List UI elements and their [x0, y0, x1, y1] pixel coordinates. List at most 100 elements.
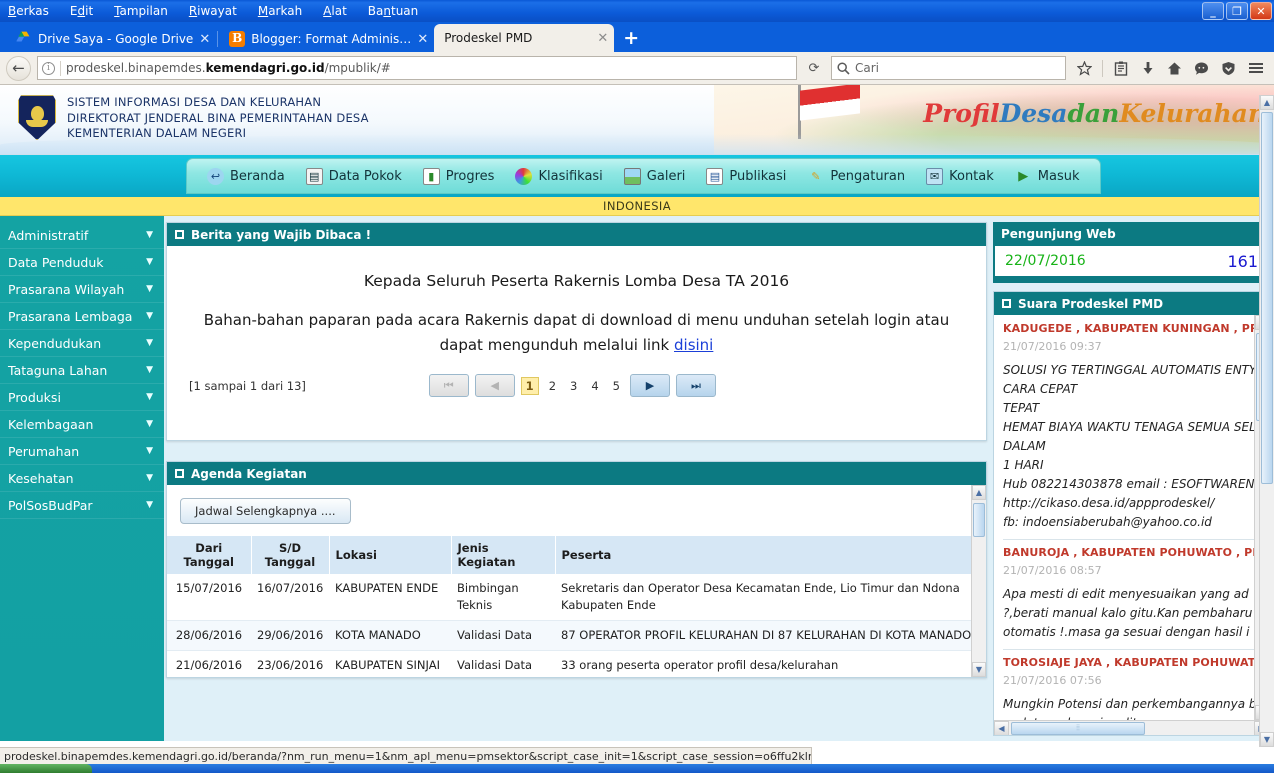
berita-heading: Kepada Seluruh Peserta Rakernis Lomba De… — [363, 272, 790, 290]
chevron-down-icon: ▼ — [146, 284, 153, 294]
sidebar-item-kependudukan[interactable]: Kependudukan ▼ — [0, 330, 164, 357]
cell-lokasi: KABUPATEN ENDE — [329, 574, 451, 621]
scrollbar-thumb[interactable] — [1261, 112, 1273, 484]
nav-item-publikasi[interactable]: ▤ Publikasi — [698, 162, 794, 190]
sidebar-item-label: PolSosBudPar — [8, 497, 93, 513]
downloads-icon[interactable] — [1135, 56, 1160, 81]
nav-item-pengaturan[interactable]: ✎ Pengaturan — [799, 162, 913, 190]
cell-dari: 15/07/2016 — [167, 574, 251, 621]
nav-item-beranda[interactable]: ↩ Beranda — [199, 162, 293, 190]
menu-edit[interactable]: Edit — [68, 3, 95, 19]
menu-bantuan[interactable]: Bantuan — [366, 3, 420, 19]
sidebar-item-prasarana-lembaga[interactable]: Prasarana Lembaga ▼ — [0, 303, 164, 330]
sidebar-item-polsosbudpar[interactable]: PolSosBudPar ▼ — [0, 492, 164, 519]
reload-button[interactable]: ⟳ — [803, 57, 825, 79]
chevron-down-icon: ▼ — [146, 392, 153, 402]
page-number-5[interactable]: 5 — [609, 378, 624, 394]
column-dari-tanggal: Dari Tanggal — [167, 536, 252, 574]
agenda-vertical-scrollbar[interactable]: ▲ ▼ — [971, 485, 986, 677]
column-peserta: Peserta — [555, 536, 986, 574]
nav-item-klasifikasi[interactable]: Klasifikasi — [507, 162, 610, 190]
tab-prodeskel-pmd[interactable]: Prodeskel PMD ✕ — [434, 24, 615, 52]
last-page-button[interactable]: ⏭ — [676, 374, 716, 397]
sidebar-item-tataguna-lahan[interactable]: Tataguna Lahan ▼ — [0, 357, 164, 384]
visitor-panel: Pengunjung Web 22/07/2016 161 — [993, 222, 1270, 283]
bar-chart-icon: ▮ — [422, 167, 440, 185]
first-page-button[interactable]: ⏮ — [428, 374, 469, 397]
suara-horizontal-scrollbar[interactable]: ◀ ⦙⦙ ▶ — [994, 720, 1269, 735]
back-button[interactable]: ← — [6, 55, 31, 81]
tab-close-icon[interactable]: ✕ — [417, 33, 428, 46]
sidebar-item-perumahan[interactable]: Perumahan ▼ — [0, 438, 164, 465]
nav-item-data-pokok[interactable]: ▤ Data Pokok — [298, 162, 410, 190]
column-lokasi: Lokasi — [329, 536, 452, 574]
sidebar-item-administratif[interactable]: Administratif ▼ — [0, 222, 164, 249]
sidebar-item-label: Produksi — [8, 389, 61, 405]
profil-desa-logo: ProfilDesadanKelurahan — [923, 99, 1266, 128]
page-number-3[interactable]: 3 — [566, 378, 581, 394]
feed-post[interactable]: KADUGEDE , KABUPATEN KUNINGAN , PROVINSI… — [1003, 322, 1269, 532]
nav-item-masuk[interactable]: ▶ Masuk — [1007, 162, 1088, 190]
close-button[interactable]: ✕ — [1250, 2, 1272, 20]
tab-close-icon[interactable]: ✕ — [597, 32, 608, 45]
sidebar-item-data-penduduk[interactable]: Data Penduduk ▼ — [0, 249, 164, 276]
nav-label: Data Pokok — [328, 168, 402, 184]
minimize-button[interactable]: _ — [1202, 2, 1224, 20]
search-bar[interactable]: Cari — [831, 56, 1066, 80]
cell-jenis: Bimbingan Teknis — [451, 574, 555, 621]
chat-icon[interactable] — [1189, 56, 1214, 81]
scrollbar-thumb[interactable] — [973, 503, 985, 537]
search-icon — [837, 61, 850, 75]
site-info-icon[interactable]: i — [42, 61, 55, 75]
menu-berkas[interactable]: BBerkaserkas — [6, 3, 51, 19]
post-title: TOROSIAJE JAYA , KABUPATEN POHUWATO , PR… — [1003, 656, 1269, 669]
table-row[interactable]: 21/06/2016 23/06/2016 KABUPATEN SINJAI V… — [167, 650, 986, 677]
library-icon[interactable] — [1108, 56, 1133, 81]
page-number-4[interactable]: 4 — [587, 378, 602, 394]
pagination-controls: ⏮ ◀ 1 2 3 4 5 ▶ ⏭ — [428, 374, 964, 397]
menu-markah[interactable]: Markah — [256, 3, 304, 19]
nav-item-progres[interactable]: ▮ Progres — [415, 162, 503, 190]
page-vertical-scrollbar[interactable]: ▲ ▼ — [1259, 95, 1274, 747]
table-row[interactable]: 15/07/2016 16/07/2016 KABUPATEN ENDE Bim… — [167, 574, 986, 621]
scroll-down-arrow-icon[interactable]: ▼ — [1260, 732, 1274, 747]
prev-page-button[interactable]: ◀ — [474, 374, 515, 397]
tab-blogger[interactable]: B Blogger: Format Administrasi ... ✕ — [219, 26, 434, 52]
menu-riwayat[interactable]: Riwayat — [187, 3, 239, 19]
nav-item-galeri[interactable]: Galeri — [616, 162, 694, 190]
post-body: SOLUSI YG TERTINGGAL AUTOMATIS ENTY CARA… — [1003, 363, 1263, 529]
sidebar-item-kesehatan[interactable]: Kesehatan ▼ — [0, 465, 164, 492]
nav-item-kontak[interactable]: ✉ Kontak — [918, 162, 1002, 190]
scrollbar-thumb[interactable]: ⦙⦙ — [1011, 721, 1145, 735]
menu-alat[interactable]: Alat — [321, 3, 349, 19]
scroll-up-arrow-icon[interactable]: ▲ — [1260, 95, 1274, 110]
sidebar-item-prasarana-wilayah[interactable]: Prasarana Wilayah ▼ — [0, 276, 164, 303]
table-row[interactable]: 28/06/2016 29/06/2016 KOTA MANADO Valida… — [167, 620, 986, 651]
scroll-left-arrow-icon[interactable]: ◀ — [994, 720, 1009, 735]
tab-close-icon[interactable]: ✕ — [199, 33, 210, 46]
suara-feed: KADUGEDE , KABUPATEN KUNINGAN , PROVINSI… — [994, 315, 1269, 735]
scroll-up-arrow-icon[interactable]: ▲ — [972, 485, 986, 500]
start-button[interactable] — [0, 764, 92, 773]
menu-tampilan[interactable]: Tampilan — [112, 3, 170, 19]
shield-icon[interactable] — [1216, 56, 1241, 81]
maximize-button[interactable]: ❐ — [1226, 2, 1248, 20]
new-tab-button[interactable]: + — [614, 29, 648, 50]
next-page-button[interactable]: ▶ — [630, 374, 670, 397]
disini-link[interactable]: disini — [674, 336, 713, 354]
berita-text: Bahan-bahan paparan pada acara Rakernis … — [203, 311, 950, 354]
page-number-2[interactable]: 2 — [545, 378, 560, 394]
jadwal-selengkapnya-button[interactable]: Jadwal Selengkapnya .... — [180, 498, 351, 524]
sidebar-item-label: Tataguna Lahan — [8, 362, 108, 378]
page-number-1[interactable]: 1 — [520, 376, 539, 395]
sidebar-item-kelembagaan[interactable]: Kelembagaan ▼ — [0, 411, 164, 438]
sidebar-item-produksi[interactable]: Produksi ▼ — [0, 384, 164, 411]
feed-post[interactable]: BANUROJA , KABUPATEN POHUWATO , PROVINSI… — [1003, 546, 1269, 642]
scroll-down-arrow-icon[interactable]: ▼ — [972, 662, 986, 677]
bookmark-star-icon[interactable] — [1072, 56, 1097, 81]
address-bar[interactable]: i prodeskel.binapemdes.kemendagri.go.id/… — [37, 56, 797, 80]
chevron-down-icon: ▼ — [146, 257, 153, 267]
tab-google-drive[interactable]: Drive Saya - Google Drive ✕ — [6, 26, 216, 52]
hamburger-menu-icon[interactable] — [1243, 56, 1268, 81]
home-icon[interactable] — [1162, 56, 1187, 81]
